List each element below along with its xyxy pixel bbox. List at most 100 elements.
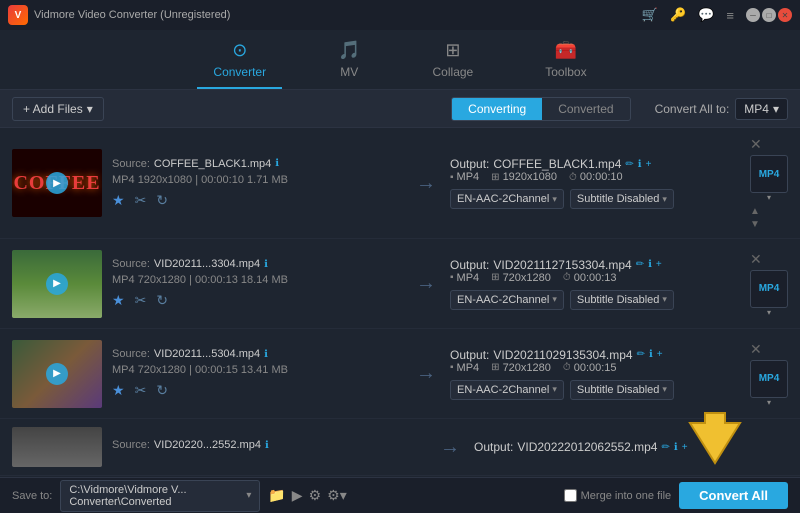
file-list: COFFEE ▶ Source: COFFEE_BLACK1.mp4 ℹ MP4… bbox=[0, 128, 800, 477]
menu-icon[interactable]: ≡ bbox=[726, 8, 734, 23]
format-badge-3: MP4 ▾ bbox=[750, 360, 788, 407]
play-button-2[interactable]: ▶ bbox=[46, 273, 68, 295]
audio-dropdown-3[interactable]: EN-AAC-2Channel ▾ bbox=[450, 380, 564, 400]
play-button-1[interactable]: ▶ bbox=[46, 172, 68, 194]
close-item-1[interactable]: ✕ bbox=[750, 136, 762, 153]
close-item-2[interactable]: ✕ bbox=[750, 251, 762, 268]
converted-tab[interactable]: Converted bbox=[542, 98, 629, 120]
path-input[interactable]: C:\Vidmore\Vidmore V... Converter\Conver… bbox=[60, 480, 260, 512]
maximize-button[interactable]: □ bbox=[762, 8, 776, 22]
item-right-1: ✕ MP4 ▾ ▲ ▼ bbox=[750, 136, 788, 230]
file-thumb-1[interactable]: COFFEE ▶ bbox=[12, 149, 102, 217]
source-name-4: VID20220...2552.mp4 bbox=[154, 439, 261, 451]
output-edit-icon-3[interactable]: ✏ bbox=[637, 349, 645, 360]
folder-icon[interactable]: 📁 bbox=[268, 487, 285, 504]
cut-icon-3[interactable]: ✂ bbox=[135, 382, 147, 399]
window-controls: ─ □ ✕ bbox=[746, 8, 792, 22]
tab-converter-label: Converter bbox=[213, 65, 266, 79]
file-info-4: Source: VID20220...2552.mp4 ℹ bbox=[112, 439, 426, 455]
down-arrow-1[interactable]: ▼ bbox=[750, 219, 760, 230]
converting-tab[interactable]: Converting bbox=[452, 98, 542, 120]
item-right-2: ✕ MP4 ▾ bbox=[750, 251, 788, 317]
output-add-icon-2[interactable]: + bbox=[656, 259, 662, 270]
star-icon-3[interactable]: ★ bbox=[112, 382, 125, 399]
arrow-2: → bbox=[416, 272, 436, 295]
file-thumb-3[interactable]: ▶ bbox=[12, 340, 102, 408]
chat-icon[interactable]: 💬 bbox=[698, 7, 714, 23]
file-thumb-2[interactable]: ▶ bbox=[12, 250, 102, 318]
file-source-2: Source: VID20211...3304.mp4 ℹ bbox=[112, 258, 402, 270]
arrow-1: → bbox=[416, 172, 436, 195]
file-thumb-4[interactable] bbox=[12, 427, 102, 467]
output-label-4: Output: bbox=[474, 440, 513, 454]
side-arrows-1: ▲ ▼ bbox=[750, 206, 760, 230]
output-edit-icon-1[interactable]: ✏ bbox=[625, 159, 633, 170]
audio-dropdown-1[interactable]: EN-AAC-2Channel ▾ bbox=[450, 189, 564, 209]
tab-mv[interactable]: 🎵 MV bbox=[322, 32, 376, 89]
add-files-button[interactable]: + Add Files ▾ bbox=[12, 97, 104, 121]
cart-icon[interactable]: 🛒 bbox=[642, 7, 658, 23]
source-info-icon-2[interactable]: ℹ bbox=[264, 259, 268, 270]
path-chevron[interactable]: ▾ bbox=[246, 490, 251, 501]
subtitle-dropdown-1[interactable]: Subtitle Disabled ▾ bbox=[570, 189, 674, 209]
output-info-icon-1[interactable]: ℹ bbox=[638, 159, 642, 170]
merge-checkbox-input[interactable] bbox=[564, 489, 577, 502]
tab-toolbox[interactable]: 🧰 Toolbox bbox=[529, 32, 602, 89]
toolbar: + Add Files ▾ Converting Converted Conve… bbox=[0, 90, 800, 128]
audio-dropdown-2[interactable]: EN-AAC-2Channel ▾ bbox=[450, 290, 564, 310]
file-item-4: Source: VID20220...2552.mp4 ℹ → Output: … bbox=[0, 419, 800, 476]
format-dropdown[interactable]: MP4 ▾ bbox=[735, 98, 788, 120]
file-source-1: Source: COFFEE_BLACK1.mp4 ℹ bbox=[112, 158, 402, 170]
subtitle-dropdown-2[interactable]: Subtitle Disabled ▾ bbox=[570, 290, 674, 310]
output-info-icon-3[interactable]: ℹ bbox=[649, 349, 653, 360]
play-icon[interactable]: ▶ bbox=[292, 487, 303, 504]
play-button-3[interactable]: ▶ bbox=[46, 363, 68, 385]
badge-arrow-2[interactable]: ▾ bbox=[767, 308, 771, 317]
output-add-icon-3[interactable]: + bbox=[657, 349, 663, 360]
badge-arrow-3[interactable]: ▾ bbox=[767, 398, 771, 407]
subtitle-dropdown-3[interactable]: Subtitle Disabled ▾ bbox=[570, 380, 674, 400]
source-name-2: VID20211...3304.mp4 bbox=[154, 258, 260, 270]
cut-icon-1[interactable]: ✂ bbox=[135, 192, 147, 209]
audio-chevron-3: ▾ bbox=[552, 384, 557, 395]
convert-all-button[interactable]: Convert All bbox=[679, 482, 788, 509]
badge-3: MP4 bbox=[750, 360, 788, 398]
star-icon-1[interactable]: ★ bbox=[112, 192, 125, 209]
output-name-3: VID20211029135304.mp4 bbox=[493, 348, 632, 362]
output-label-1: Output: bbox=[450, 157, 489, 171]
output-edit-icon-4[interactable]: ✏ bbox=[661, 442, 669, 453]
badge-2: MP4 bbox=[750, 270, 788, 308]
up-arrow-1[interactable]: ▲ bbox=[750, 206, 760, 217]
minimize-button[interactable]: ─ bbox=[746, 8, 760, 22]
rotate-icon-1[interactable]: ↻ bbox=[156, 192, 168, 209]
output-edit-icon-2[interactable]: ✏ bbox=[636, 259, 644, 270]
rotate-icon-2[interactable]: ↻ bbox=[156, 292, 168, 309]
tab-toolbox-label: Toolbox bbox=[545, 65, 586, 79]
tab-converter[interactable]: ⊙ Converter bbox=[197, 32, 282, 89]
star-icon-2[interactable]: ★ bbox=[112, 292, 125, 309]
close-item-3[interactable]: ✕ bbox=[750, 341, 762, 358]
format-value: MP4 bbox=[744, 102, 769, 116]
settings-icon[interactable]: ⚙ bbox=[309, 487, 322, 504]
tab-collage[interactable]: ⊞ Collage bbox=[417, 32, 490, 89]
settings2-icon[interactable]: ⚙▾ bbox=[327, 487, 347, 504]
source-label-2: Source: bbox=[112, 258, 150, 270]
arrow-3: → bbox=[416, 362, 436, 385]
rotate-icon-3[interactable]: ↻ bbox=[156, 382, 168, 399]
convert-all-to: Convert All to: MP4 ▾ bbox=[655, 98, 788, 120]
file-item-1: COFFEE ▶ Source: COFFEE_BLACK1.mp4 ℹ MP4… bbox=[0, 128, 800, 239]
source-label-3: Source: bbox=[112, 348, 150, 360]
source-info-icon-4[interactable]: ℹ bbox=[265, 440, 269, 451]
close-button[interactable]: ✕ bbox=[778, 8, 792, 22]
output-info-icon-2[interactable]: ℹ bbox=[648, 259, 652, 270]
source-info-icon-3[interactable]: ℹ bbox=[264, 349, 268, 360]
output-add-icon-1[interactable]: + bbox=[646, 159, 652, 170]
badge-arrow-1[interactable]: ▾ bbox=[767, 193, 771, 202]
cut-icon-2[interactable]: ✂ bbox=[135, 292, 147, 309]
output-info-icon-4[interactable]: ℹ bbox=[674, 442, 678, 453]
key-icon[interactable]: 🔑 bbox=[670, 7, 686, 23]
output-name-1: COFFEE_BLACK1.mp4 bbox=[493, 157, 621, 171]
source-info-icon-1[interactable]: ℹ bbox=[275, 158, 279, 169]
output-add-icon-4[interactable]: + bbox=[682, 442, 688, 453]
format-badge-2: MP4 ▾ bbox=[750, 270, 788, 317]
